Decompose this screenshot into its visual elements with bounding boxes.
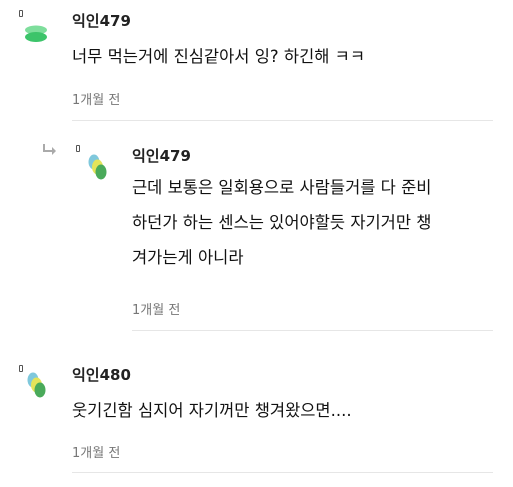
comment-author[interactable]: 익인480: [72, 364, 131, 385]
divider: [72, 472, 493, 473]
comment-author[interactable]: 익인479: [72, 10, 131, 31]
blue-yellow-green-avatar-icon[interactable]: [24, 370, 50, 404]
green-stack-avatar-icon[interactable]: [22, 22, 50, 46]
comment-author[interactable]: 익인479: [132, 145, 191, 166]
divider: [72, 120, 493, 121]
user-badge-icon: [19, 10, 23, 17]
comment-text: 웃기긴함 심지어 자기꺼만 챙겨왔으면....: [72, 401, 352, 420]
user-badge-icon: [76, 145, 80, 152]
reply-arrow-icon: [43, 144, 56, 155]
blue-yellow-green-avatar-icon[interactable]: [85, 152, 111, 186]
user-badge-icon: [19, 365, 23, 372]
comment-text: 근데 보통은 일회용으로 사람들거를 다 준비 하던가 하는 센스는 있어야할듯…: [132, 178, 432, 267]
comment-time: 1개월 전: [72, 93, 121, 108]
comment-time: 1개월 전: [72, 446, 121, 461]
comment-time: 1개월 전: [132, 303, 181, 318]
divider: [132, 330, 493, 331]
comment-text: 너무 먹는거에 진심같아서 잉? 하긴해 ㅋㅋ: [72, 47, 366, 66]
